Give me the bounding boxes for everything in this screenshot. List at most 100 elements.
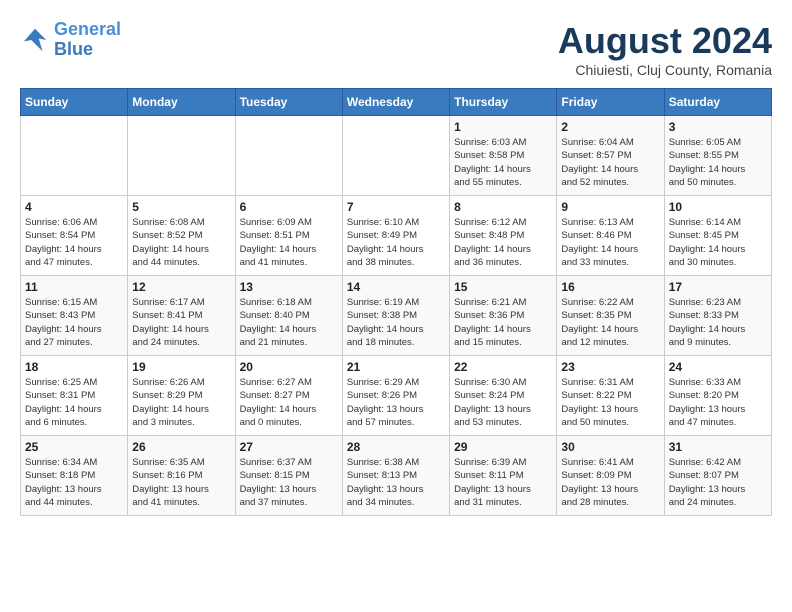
day-number: 12 (132, 280, 230, 294)
page-header: General Blue August 2024 Chiuiesti, Cluj… (20, 20, 772, 78)
weekday-header-saturday: Saturday (664, 89, 771, 116)
day-info: Sunrise: 6:33 AM Sunset: 8:20 PM Dayligh… (669, 376, 767, 429)
week-row-2: 4Sunrise: 6:06 AM Sunset: 8:54 PM Daylig… (21, 196, 772, 276)
calendar-cell: 27 Sunrise: 6:37 AM Sunset: 8:15 PM Dayli… (235, 436, 342, 516)
title-block: August 2024 Chiuiesti, Cluj County, Roma… (558, 20, 772, 78)
day-number: 27 (240, 440, 338, 454)
month-title: August 2024 (558, 20, 772, 62)
day-number: 26 (132, 440, 230, 454)
day-info: Sunrise: 6:05 AM Sunset: 8:55 PM Dayligh… (669, 136, 767, 189)
day-number: 30 (561, 440, 659, 454)
calendar-cell: 11 Sunrise: 6:15 AM Sunset: 8:43 PM Dayli… (21, 276, 128, 356)
day-info: Sunrise: 6:17 AM Sunset: 8:41 PM Dayligh… (132, 296, 230, 349)
day-number: 17 (669, 280, 767, 294)
day-number: 13 (240, 280, 338, 294)
calendar-cell: 18Sunrise: 6:25 AM Sunset: 8:31 PM Dayli… (21, 356, 128, 436)
day-number: 25 (25, 440, 123, 454)
calendar-cell: 17 Sunrise: 6:23 AM Sunset: 8:33 PM Dayli… (664, 276, 771, 356)
calendar-cell: 16 Sunrise: 6:22 AM Sunset: 8:35 PM Dayli… (557, 276, 664, 356)
calendar-cell: 9 Sunrise: 6:13 AM Sunset: 8:46 PM Daylig… (557, 196, 664, 276)
calendar-cell: 25Sunrise: 6:34 AM Sunset: 8:18 PM Dayli… (21, 436, 128, 516)
logo: General Blue (20, 20, 121, 60)
day-number: 14 (347, 280, 445, 294)
day-number: 19 (132, 360, 230, 374)
day-number: 16 (561, 280, 659, 294)
day-number: 4 (25, 200, 123, 214)
day-info: Sunrise: 6:08 AM Sunset: 8:52 PM Dayligh… (132, 216, 230, 269)
day-number: 20 (240, 360, 338, 374)
day-info: Sunrise: 6:30 AM Sunset: 8:24 PM Dayligh… (454, 376, 552, 429)
calendar-cell: 20 Sunrise: 6:27 AM Sunset: 8:27 PM Dayli… (235, 356, 342, 436)
day-info: Sunrise: 6:41 AM Sunset: 8:09 PM Dayligh… (561, 456, 659, 509)
day-info: Sunrise: 6:10 AM Sunset: 8:49 PM Dayligh… (347, 216, 445, 269)
location-subtitle: Chiuiesti, Cluj County, Romania (558, 62, 772, 78)
calendar-cell (21, 116, 128, 196)
calendar-cell: 7 Sunrise: 6:10 AM Sunset: 8:49 PM Daylig… (342, 196, 449, 276)
day-number: 24 (669, 360, 767, 374)
day-number: 23 (561, 360, 659, 374)
calendar-cell: 12 Sunrise: 6:17 AM Sunset: 8:41 PM Dayli… (128, 276, 235, 356)
day-number: 29 (454, 440, 552, 454)
calendar-cell: 22Sunrise: 6:30 AM Sunset: 8:24 PM Dayli… (450, 356, 557, 436)
day-number: 3 (669, 120, 767, 134)
day-info: Sunrise: 6:22 AM Sunset: 8:35 PM Dayligh… (561, 296, 659, 349)
calendar-cell: 19 Sunrise: 6:26 AM Sunset: 8:29 PM Dayli… (128, 356, 235, 436)
day-info: Sunrise: 6:42 AM Sunset: 8:07 PM Dayligh… (669, 456, 767, 509)
day-number: 15 (454, 280, 552, 294)
day-info: Sunrise: 6:27 AM Sunset: 8:27 PM Dayligh… (240, 376, 338, 429)
calendar-cell: 29 Sunrise: 6:39 AM Sunset: 8:11 PM Dayli… (450, 436, 557, 516)
calendar-cell: 14 Sunrise: 6:19 AM Sunset: 8:38 PM Dayli… (342, 276, 449, 356)
day-info: Sunrise: 6:39 AM Sunset: 8:11 PM Dayligh… (454, 456, 552, 509)
calendar-cell: 8 Sunrise: 6:12 AM Sunset: 8:48 PM Daylig… (450, 196, 557, 276)
calendar-cell: 4Sunrise: 6:06 AM Sunset: 8:54 PM Daylig… (21, 196, 128, 276)
day-info: Sunrise: 6:15 AM Sunset: 8:43 PM Dayligh… (25, 296, 123, 349)
weekday-header-thursday: Thursday (450, 89, 557, 116)
day-info: Sunrise: 6:14 AM Sunset: 8:45 PM Dayligh… (669, 216, 767, 269)
day-number: 2 (561, 120, 659, 134)
day-number: 6 (240, 200, 338, 214)
calendar-cell: 24 Sunrise: 6:33 AM Sunset: 8:20 PM Dayli… (664, 356, 771, 436)
day-info: Sunrise: 6:13 AM Sunset: 8:46 PM Dayligh… (561, 216, 659, 269)
weekday-header-friday: Friday (557, 89, 664, 116)
day-info: Sunrise: 6:31 AM Sunset: 8:22 PM Dayligh… (561, 376, 659, 429)
day-number: 11 (25, 280, 123, 294)
day-info: Sunrise: 6:04 AM Sunset: 8:57 PM Dayligh… (561, 136, 659, 189)
day-info: Sunrise: 6:18 AM Sunset: 8:40 PM Dayligh… (240, 296, 338, 349)
week-row-1: 1Sunrise: 6:03 AM Sunset: 8:58 PM Daylig… (21, 116, 772, 196)
weekday-header-row: SundayMondayTuesdayWednesdayThursdayFrid… (21, 89, 772, 116)
logo-icon (20, 25, 50, 55)
day-number: 31 (669, 440, 767, 454)
day-info: Sunrise: 6:26 AM Sunset: 8:29 PM Dayligh… (132, 376, 230, 429)
week-row-3: 11 Sunrise: 6:15 AM Sunset: 8:43 PM Dayli… (21, 276, 772, 356)
calendar-cell: 15 Sunrise: 6:21 AM Sunset: 8:36 PM Dayli… (450, 276, 557, 356)
calendar-cell: 23 Sunrise: 6:31 AM Sunset: 8:22 PM Dayli… (557, 356, 664, 436)
day-info: Sunrise: 6:21 AM Sunset: 8:36 PM Dayligh… (454, 296, 552, 349)
logo-text: General Blue (54, 20, 121, 60)
calendar-cell: 1Sunrise: 6:03 AM Sunset: 8:58 PM Daylig… (450, 116, 557, 196)
calendar-cell: 21Sunrise: 6:29 AM Sunset: 8:26 PM Dayli… (342, 356, 449, 436)
weekday-header-monday: Monday (128, 89, 235, 116)
week-row-5: 25Sunrise: 6:34 AM Sunset: 8:18 PM Dayli… (21, 436, 772, 516)
calendar-cell: 28 Sunrise: 6:38 AM Sunset: 8:13 PM Dayli… (342, 436, 449, 516)
week-row-4: 18Sunrise: 6:25 AM Sunset: 8:31 PM Dayli… (21, 356, 772, 436)
day-number: 28 (347, 440, 445, 454)
day-info: Sunrise: 6:12 AM Sunset: 8:48 PM Dayligh… (454, 216, 552, 269)
calendar-cell: 26 Sunrise: 6:35 AM Sunset: 8:16 PM Dayli… (128, 436, 235, 516)
calendar-cell: 31 Sunrise: 6:42 AM Sunset: 8:07 PM Dayli… (664, 436, 771, 516)
calendar-cell (235, 116, 342, 196)
weekday-header-sunday: Sunday (21, 89, 128, 116)
day-number: 7 (347, 200, 445, 214)
day-info: Sunrise: 6:19 AM Sunset: 8:38 PM Dayligh… (347, 296, 445, 349)
day-info: Sunrise: 6:29 AM Sunset: 8:26 PM Dayligh… (347, 376, 445, 429)
day-info: Sunrise: 6:23 AM Sunset: 8:33 PM Dayligh… (669, 296, 767, 349)
day-info: Sunrise: 6:09 AM Sunset: 8:51 PM Dayligh… (240, 216, 338, 269)
day-number: 10 (669, 200, 767, 214)
day-number: 9 (561, 200, 659, 214)
day-info: Sunrise: 6:37 AM Sunset: 8:15 PM Dayligh… (240, 456, 338, 509)
day-number: 8 (454, 200, 552, 214)
calendar-cell: 2 Sunrise: 6:04 AM Sunset: 8:57 PM Daylig… (557, 116, 664, 196)
day-number: 1 (454, 120, 552, 134)
day-info: Sunrise: 6:35 AM Sunset: 8:16 PM Dayligh… (132, 456, 230, 509)
day-info: Sunrise: 6:38 AM Sunset: 8:13 PM Dayligh… (347, 456, 445, 509)
calendar-cell (342, 116, 449, 196)
